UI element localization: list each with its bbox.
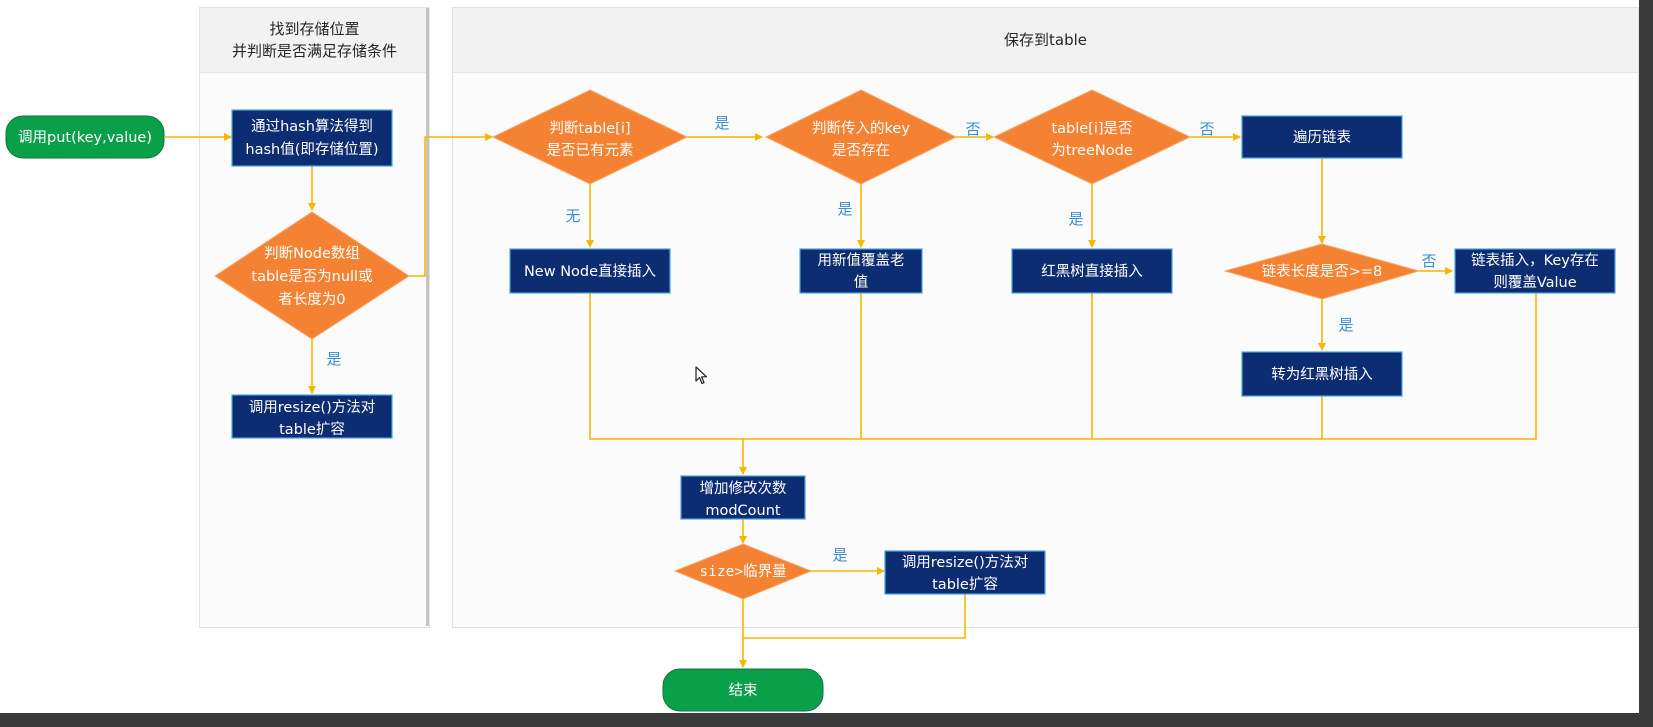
to-rb-label: 转为红黑树插入 [1271,366,1373,383]
edge-labels: 是 无 是 是 否 是 否 否 是 是 [326,114,1436,564]
is-tree-label-line1: table[i]是否 [1051,121,1132,137]
has-elem-label-line2: 是否已有元素 [547,142,634,159]
rb-insert-node: 红黑树直接插入 [1011,248,1173,294]
rb-insert-label: 红黑树直接插入 [1041,263,1143,280]
edge-label-no-is-tree: 否 [965,120,980,138]
overwrite-label-line2: 值 [854,274,869,291]
new-node-label: New Node直接插入 [524,263,656,280]
resize1-node: 调用resize()方法对 table扩容 [231,394,393,439]
traverse-node: 遍历链表 [1241,115,1403,159]
hash-node-label-line2: hash值(即存储位置) [245,141,378,158]
modcount-node: 增加修改次数 modCount [680,475,806,520]
new-node-node: New Node直接插入 [509,248,671,294]
edge-check-table-to-has-elem [409,133,493,277]
flowchart-diagram: 调用put(key,value) 通过hash算法得到 hash值(即存储位置)… [5,89,1616,712]
overwrite-node: 用新值覆盖老 值 [799,248,923,294]
edge-label-no-list-insert: 否 [1421,252,1436,270]
resize1-label-line2: table扩容 [279,421,345,438]
size-check-label: size>临界量 [699,563,786,580]
to-rb-node: 转为红黑树插入 [1241,351,1403,397]
check-table-node: 判断Node数组 table是否为null或 者长度为0 [214,211,410,340]
edge-resize2-back [743,594,966,639]
has-elem-label-line1: 判断table[i] [549,120,630,137]
check-table-label-line2: table是否为null或 [251,268,372,285]
list-insert-node: 链表插入，Key存在 则覆盖Value [1454,248,1616,294]
start-node-label: 调用put(key,value) [18,129,152,146]
len-check-label: 链表长度是否>=8 [1262,263,1383,280]
end-node-label: 结束 [729,682,758,699]
edge-label-none-new-node: 无 [565,207,580,225]
modcount-label-line1: 增加修改次数 [700,480,787,497]
key-exists-node: 判断传入的key 是否存在 [764,89,958,185]
check-table-label-line3: 者长度为0 [278,291,345,308]
end-node: 结束 [662,668,824,712]
list-insert-label-line2: 则覆盖Value [1493,274,1576,291]
is-tree-label-line2: 为treeNode [1051,142,1133,159]
edge-label-yes-resize2: 是 [832,546,847,564]
hash-node: 通过hash算法得到 hash值(即存储位置) [231,109,393,167]
edge-label-yes-key-check: 是 [714,114,729,132]
resize2-node: 调用resize()方法对 table扩容 [884,550,1046,595]
len-check-node: 链表长度是否>=8 [1223,243,1421,300]
edge-label-yes-rb: 是 [1068,210,1083,228]
modcount-label-line2: modCount [705,503,781,519]
resize1-label-line1: 调用resize()方法对 [249,399,376,416]
key-exists-label-line1: 判断传入的key [812,120,910,137]
resize2-label-line1: 调用resize()方法对 [902,554,1029,571]
check-table-label-line1: 判断Node数组 [264,245,360,262]
traverse-label: 遍历链表 [1293,129,1351,146]
key-exists-label-line2: 是否存在 [832,142,890,159]
edge-label-no-traverse: 否 [1199,120,1214,138]
list-insert-label-line1: 链表插入，Key存在 [1471,252,1599,269]
has-elem-node: 判断table[i] 是否已有元素 [491,89,689,185]
is-tree-node: table[i]是否 为treeNode [992,89,1192,185]
flowchart-canvas: 找到存储位置 并判断是否满足存储条件 保存到table 调用put(key,va… [0,0,1639,713]
hash-node-label-line1: 通过hash算法得到 [251,118,373,135]
screenshot-frame: 找到存储位置 并判断是否满足存储条件 保存到table 调用put(key,va… [0,0,1653,727]
size-check-node: size>临界量 [673,543,813,600]
overwrite-label-line1: 用新值覆盖老 [818,252,905,269]
edge-label-yes-to-rb: 是 [1338,316,1353,334]
resize2-label-line2: table扩容 [932,576,998,593]
edge-label-yes-overwrite: 是 [837,200,852,218]
edge-label-yes-resize1: 是 [326,350,341,368]
start-node: 调用put(key,value) [5,115,165,159]
